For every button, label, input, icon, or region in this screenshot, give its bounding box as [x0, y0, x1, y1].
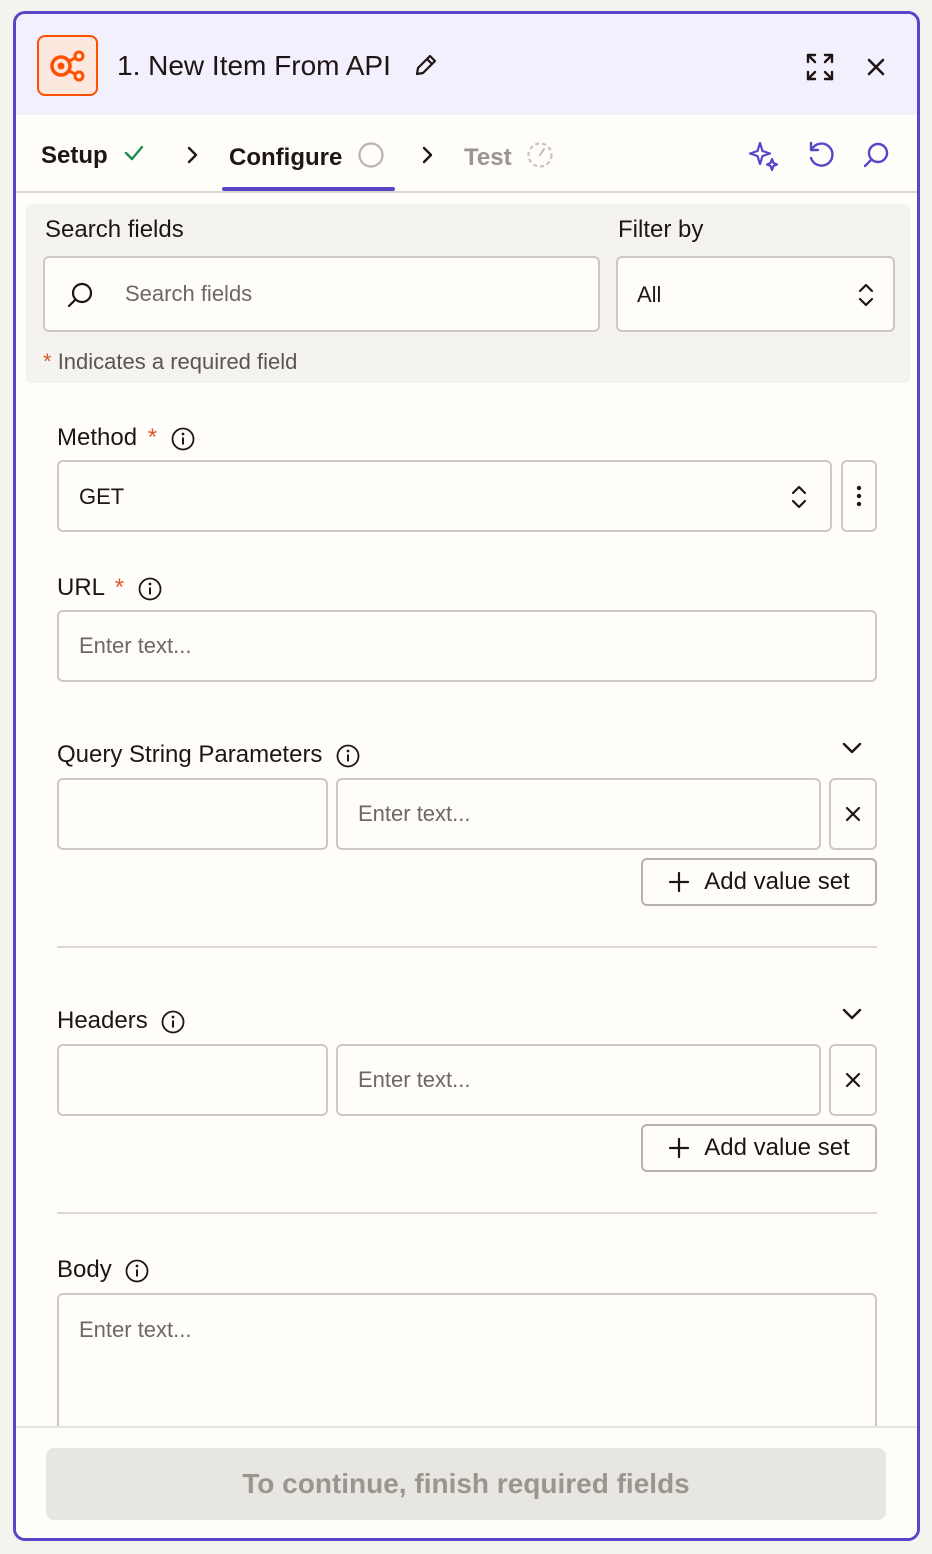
search-fields-input[interactable]: [125, 258, 585, 330]
filter-by-value: All: [637, 282, 662, 307]
header-key-input[interactable]: [59, 1046, 326, 1114]
search-fields-input-wrap: [43, 256, 600, 332]
tab-test[interactable]: Test: [464, 141, 554, 172]
plus-icon: [669, 1137, 690, 1159]
select-arrows-icon: [791, 485, 807, 509]
url-field: [57, 610, 877, 682]
url-input[interactable]: [59, 612, 875, 680]
close-icon[interactable]: [856, 47, 896, 87]
query-params-label: Query String Parameters: [57, 741, 361, 769]
tab-configure[interactable]: Configure: [229, 141, 385, 172]
header-key-field: [57, 1044, 328, 1116]
continue-button[interactable]: To continue, finish required fields: [46, 1448, 886, 1520]
search-icon: [67, 282, 93, 308]
add-query-value-set-button[interactable]: Add value set: [641, 858, 877, 906]
webhook-app-icon: [37, 35, 98, 96]
timer-icon: [527, 142, 553, 168]
query-value-input[interactable]: [338, 780, 819, 848]
close-icon: [845, 806, 861, 822]
info-icon[interactable]: [170, 426, 196, 452]
chevron-down-icon[interactable]: [840, 1002, 864, 1026]
step-tabs: Setup Configure Test: [16, 115, 917, 193]
search-icon[interactable]: [856, 135, 896, 175]
pencil-icon[interactable]: [413, 52, 439, 83]
remove-header-row-button[interactable]: [829, 1044, 877, 1116]
info-icon[interactable]: [124, 1258, 150, 1284]
active-tab-indicator: [222, 187, 395, 191]
required-note: * Indicates a required field: [43, 349, 298, 374]
close-icon: [845, 1072, 861, 1088]
info-icon[interactable]: [137, 576, 163, 602]
filter-by-label: Filter by: [618, 216, 704, 243]
filter-by-select[interactable]: All: [616, 256, 895, 332]
remove-query-row-button[interactable]: [829, 778, 877, 850]
info-icon[interactable]: [160, 1009, 186, 1035]
method-value: GET: [79, 484, 125, 509]
query-value-field: [336, 778, 821, 850]
header-value-input[interactable]: [338, 1046, 819, 1114]
chevron-down-icon[interactable]: [840, 736, 864, 760]
panel-header: 1. New Item From API: [16, 14, 917, 115]
header-value-field: [336, 1044, 821, 1116]
kebab-menu-icon: [856, 485, 862, 507]
more-options-button[interactable]: [841, 460, 877, 532]
chevron-right-icon: [187, 146, 198, 164]
expand-icon[interactable]: [800, 47, 840, 87]
step-title: 1. New Item From API: [117, 50, 391, 81]
section-divider: [57, 946, 877, 948]
panel-footer: To continue, finish required fields: [16, 1426, 917, 1538]
tab-setup[interactable]: Setup: [41, 141, 146, 170]
method-select[interactable]: GET: [57, 460, 832, 532]
section-divider: [57, 1212, 877, 1214]
query-key-input[interactable]: [59, 780, 326, 848]
chevron-right-icon: [422, 146, 433, 164]
query-key-field: [57, 778, 328, 850]
info-icon[interactable]: [335, 743, 361, 769]
tab-label: Configure: [229, 144, 343, 171]
tab-label: Test: [464, 144, 512, 171]
ai-sparkle-icon[interactable]: [744, 135, 784, 175]
select-arrows-icon: [858, 283, 874, 307]
tab-label: Setup: [41, 142, 108, 169]
add-header-value-set-button[interactable]: Add value set: [641, 1124, 877, 1172]
headers-label: Headers: [57, 1007, 186, 1035]
method-label: Method *: [57, 424, 196, 452]
plus-icon: [669, 871, 690, 893]
search-fields-label: Search fields: [45, 216, 184, 243]
checkmark-icon: [125, 145, 144, 161]
pending-circle-icon: [358, 142, 384, 168]
refresh-icon[interactable]: [801, 135, 841, 175]
search-fields-section: Search fields Filter by All * Indicates …: [26, 204, 910, 383]
url-label: URL *: [57, 574, 163, 602]
step-editor-panel: 1. New Item From API Setup Configure Tes…: [13, 11, 920, 1541]
body-label: Body: [57, 1256, 150, 1284]
